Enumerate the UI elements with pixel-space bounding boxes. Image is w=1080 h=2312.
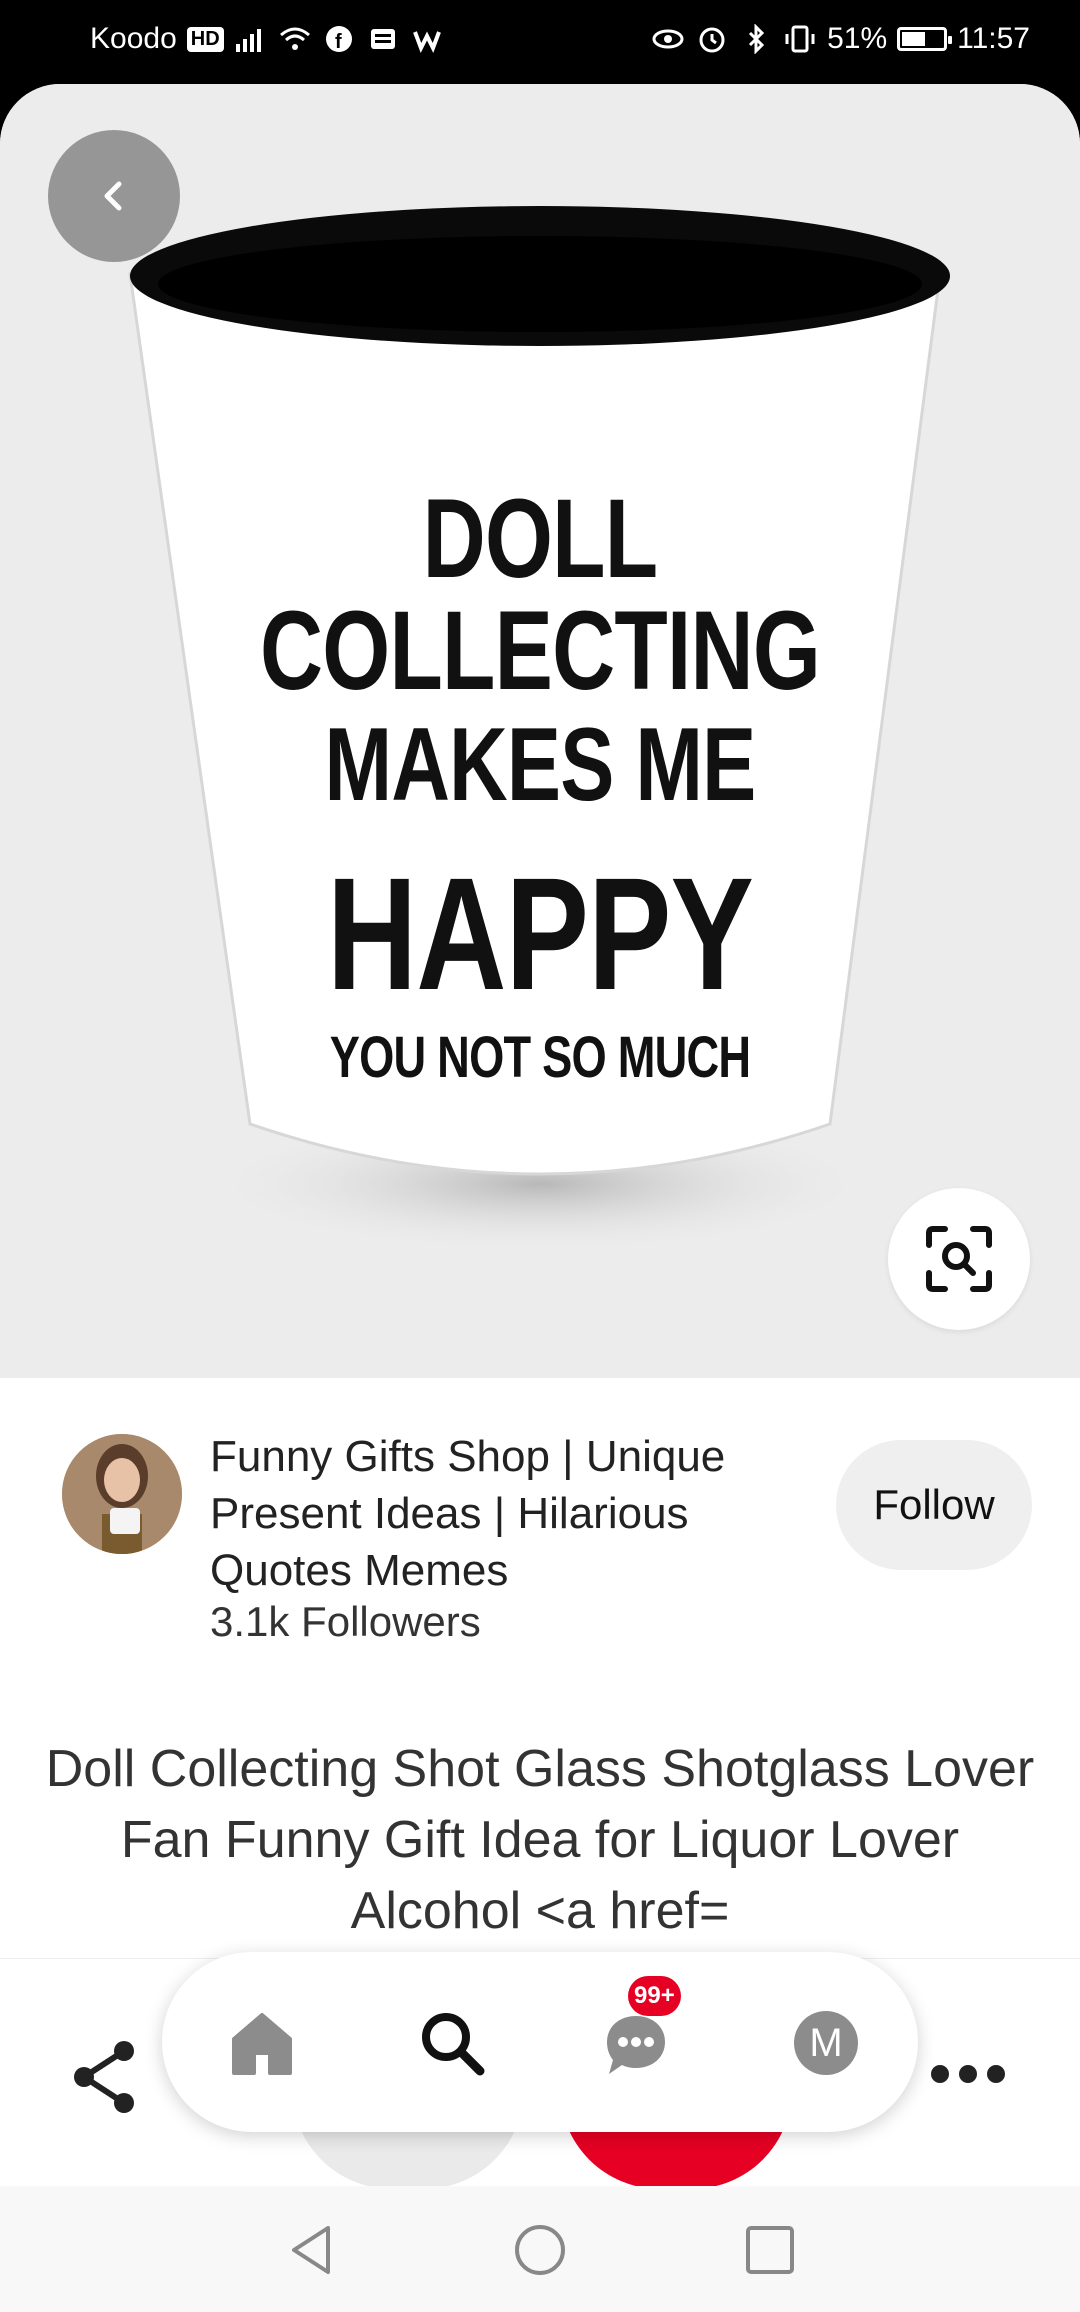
avatar-image [62, 1434, 182, 1554]
battery-icon [897, 27, 953, 51]
bottom-nav: 99+ M [162, 1952, 918, 2132]
alarm-icon [699, 27, 725, 53]
status-bar: Koodo HD f 51% 11:57 [0, 0, 1080, 84]
vibrate-icon [785, 25, 815, 53]
glass-text-line2: COLLECTING [259, 588, 821, 713]
search-icon [422, 2013, 485, 2076]
messages-icon [607, 2016, 665, 2074]
svg-text:f: f [335, 31, 342, 53]
profile-icon: M [794, 2011, 858, 2075]
glass-text-line1: DOLL [422, 476, 658, 601]
signal-icon [235, 29, 261, 52]
back-button[interactable] [48, 130, 180, 262]
chevron-left-icon [104, 181, 122, 211]
pin-title: Doll Collecting Shot Glass Shotglass Lov… [45, 1740, 1035, 1940]
creator-avatar[interactable] [62, 1434, 182, 1554]
nav-home[interactable] [212, 1998, 312, 2088]
clock: 11:57 [957, 22, 1030, 55]
hd-badge: HD [186, 26, 224, 52]
visual-search-icon [926, 1226, 992, 1292]
pin-image[interactable]: DOLL COLLECTING MAKES ME HAPPY YOU NOT S… [0, 84, 1080, 1378]
follower-count: 3.1k Followers [210, 1598, 481, 1645]
visual-search-button[interactable] [888, 1188, 1030, 1330]
glass-text-line3: MAKES ME [324, 707, 757, 823]
creator-row: Funny Gifts Shop | Unique Present Ideas … [0, 1378, 1080, 1658]
carrier-label: Koodo [90, 22, 177, 55]
status-left: Koodo HD f [90, 22, 444, 56]
w-app-icon [412, 31, 441, 53]
system-navigation-bar [0, 2186, 1080, 2312]
home-icon [232, 2013, 292, 2075]
system-home-icon[interactable] [512, 2222, 568, 2278]
pin-detail-sheet: DOLL COLLECTING MAKES ME HAPPY YOU NOT S… [0, 84, 1080, 2312]
glass-text-line4: HAPPY [326, 844, 754, 1023]
system-back-icon[interactable] [286, 2222, 336, 2278]
nav-messages[interactable] [586, 2000, 686, 2090]
share-icon[interactable] [70, 2039, 140, 2115]
wifi-icon [279, 27, 310, 50]
more-options-icon[interactable] [928, 2059, 1008, 2089]
bluetooth-icon [749, 24, 765, 54]
messages-badge: 99+ [628, 1976, 681, 2016]
creator-name[interactable]: Funny Gifts Shop | Unique Present Ideas … [210, 1428, 790, 1599]
battery-percent: 51% [827, 22, 888, 55]
nav-profile[interactable]: M [776, 1998, 876, 2088]
facebook-icon: f [325, 26, 352, 53]
follow-button[interactable]: Follow [836, 1440, 1032, 1570]
eye-comfort-icon [652, 29, 684, 49]
system-recents-icon[interactable] [744, 2224, 796, 2276]
news-icon [370, 29, 395, 49]
nav-search[interactable] [402, 1998, 502, 2088]
glass-text-line5: YOU NOT SO MUCH [329, 1025, 751, 1090]
status-right: 51% 11:57 [651, 22, 1030, 56]
